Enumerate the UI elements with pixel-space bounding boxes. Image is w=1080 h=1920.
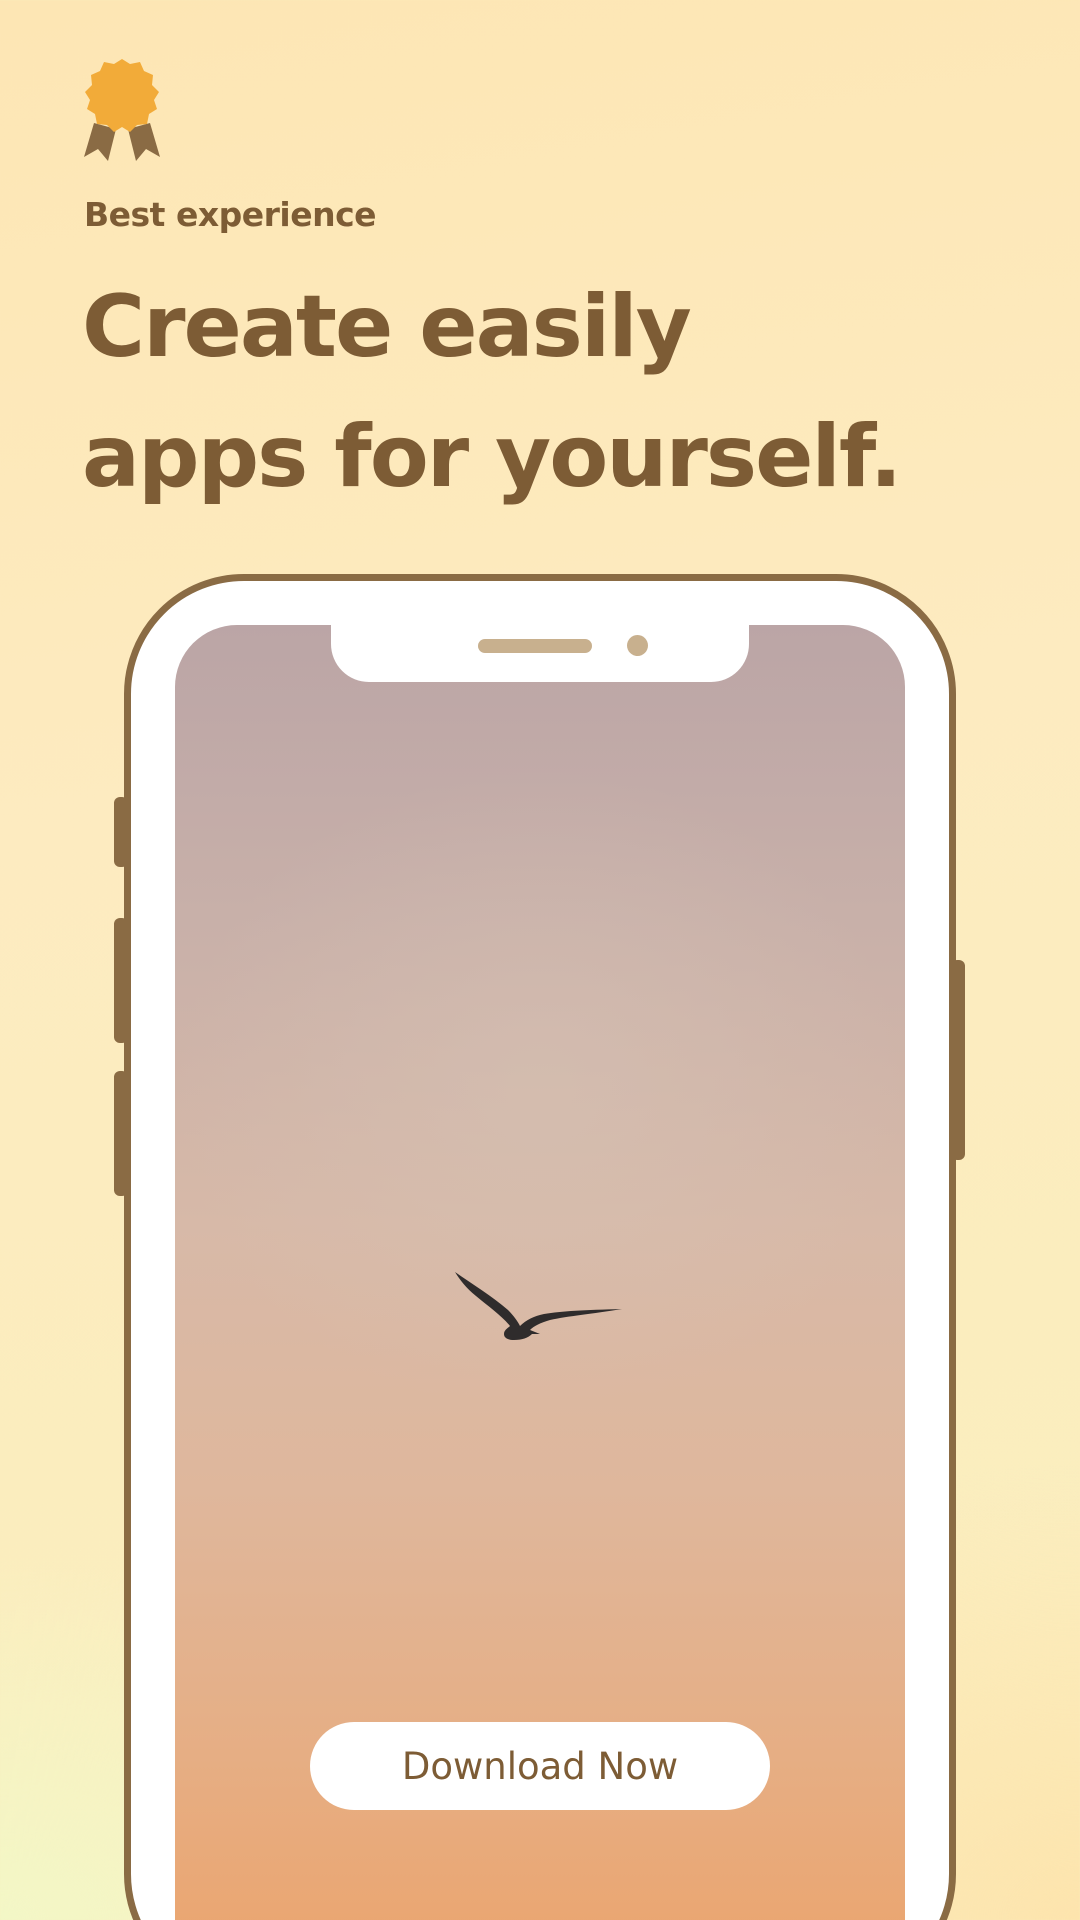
phone-speaker	[478, 639, 592, 653]
promo-page: Best experience Create easily apps for y…	[0, 0, 1080, 1920]
headline: Create easily apps for yourself.	[82, 262, 902, 522]
award-badge-icon	[80, 57, 164, 161]
headline-line-2: apps for yourself.	[82, 407, 902, 507]
subtitle: Best experience	[84, 195, 377, 234]
download-now-button[interactable]: Download Now	[310, 1722, 770, 1810]
headline-line-1: Create easily	[82, 277, 692, 377]
phone-camera-icon	[627, 635, 648, 656]
bird-icon	[452, 1268, 624, 1352]
